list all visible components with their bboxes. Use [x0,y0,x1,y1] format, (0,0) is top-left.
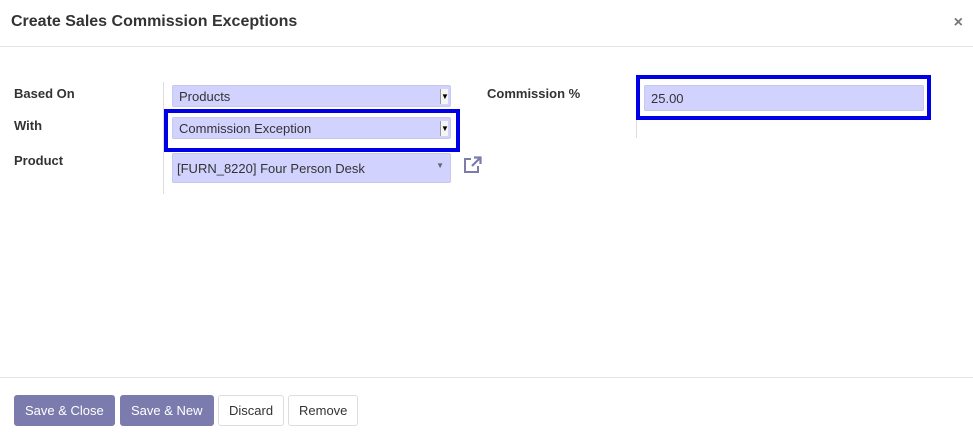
dialog-header: Create Sales Commission Exceptions × [0,0,973,47]
remove-button[interactable]: Remove [288,395,359,426]
product-value: [FURN_8220] Four Person Desk [177,161,365,176]
dialog-footer: Save & Close Save & New Discard Remove [0,377,973,446]
with-label: With [14,118,43,133]
dropdown-arrow-icon: ▼ [440,89,449,104]
close-icon[interactable]: × [954,14,963,32]
product-field[interactable]: [FURN_8220] Four Person Desk ▼ [172,153,451,183]
with-select[interactable]: Commission Exception ▼ [172,117,451,139]
product-label: Product [14,153,64,168]
dropdown-arrow-icon: ▼ [440,121,449,136]
save-close-button[interactable]: Save & Close [14,395,115,426]
with-value: Commission Exception [179,121,312,136]
dialog-title: Create Sales Commission Exceptions [11,13,298,30]
caret-down-icon: ▼ [436,161,444,170]
discard-button[interactable]: Discard [218,395,285,426]
based-on-select[interactable]: Products ▼ [172,85,451,107]
save-new-button[interactable]: Save & New [120,395,214,426]
based-on-label: Based On [14,86,75,101]
based-on-value: Products [179,89,231,104]
external-link-icon[interactable] [462,156,482,179]
commission-value: 25.00 [651,91,684,106]
commission-label: Commission % [487,86,581,101]
commission-input[interactable]: 25.00 [644,85,924,111]
